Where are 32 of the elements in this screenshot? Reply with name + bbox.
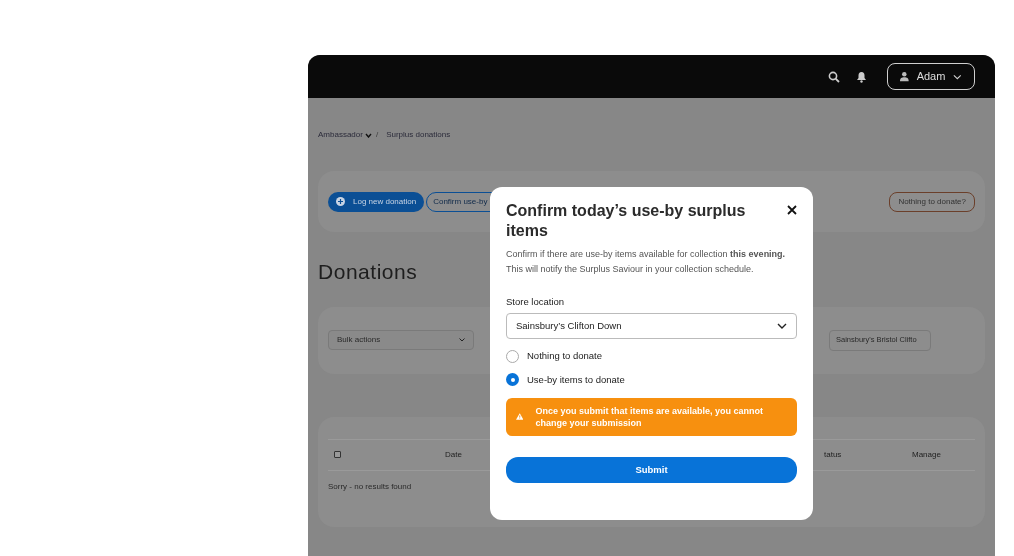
dialog-description: Confirm if there are use-by items available for collection this evening. This will notify the Surplus Saviour in your collection schedule. bbox=[506, 248, 787, 276]
radio-button[interactable] bbox=[506, 349, 519, 363]
bulk-actions-select[interactable]: Bulk actions bbox=[328, 330, 474, 350]
chevron-down-icon bbox=[364, 132, 372, 138]
log-donation-button[interactable]: Log new donation bbox=[328, 191, 425, 212]
radio-label[interactable]: Use-by items to donate bbox=[527, 372, 625, 387]
radio-label[interactable]: Nothing to donate bbox=[527, 349, 602, 364]
chevron-down-icon bbox=[953, 73, 962, 80]
chevron-down-icon bbox=[459, 338, 465, 342]
breadcrumb-link[interactable]: Ambassador bbox=[318, 129, 372, 141]
column-header: Manage bbox=[912, 448, 941, 461]
plus-circle-icon bbox=[336, 197, 345, 206]
store-select[interactable]: Sainsbury’s Clifton Down bbox=[506, 313, 797, 340]
search-icon[interactable] bbox=[828, 70, 840, 83]
chevron-down-icon bbox=[777, 323, 787, 330]
warning-icon bbox=[516, 412, 524, 422]
radio-button[interactable] bbox=[506, 373, 519, 387]
close-icon[interactable] bbox=[787, 205, 797, 215]
field-label: Store location bbox=[506, 295, 566, 309]
warning-text: Once you submit that items are available, you cannot change your submission bbox=[535, 404, 765, 429]
column-header: tatus bbox=[824, 448, 842, 461]
column-header: Date bbox=[445, 448, 462, 461]
bell-icon[interactable] bbox=[856, 70, 867, 83]
user-menu-button[interactable]: Adam bbox=[887, 63, 975, 90]
breadcrumb-separator: / bbox=[375, 129, 379, 141]
user-icon bbox=[900, 71, 909, 82]
submit-button[interactable]: Submit bbox=[506, 456, 797, 483]
page-title: Donations bbox=[318, 259, 418, 285]
select-all-checkbox[interactable] bbox=[334, 451, 341, 458]
breadcrumb-current: Surplus donations bbox=[386, 129, 451, 141]
empty-message: Sorry - no results found bbox=[328, 480, 412, 493]
nothing-to-donate-button[interactable]: Nothing to donate? bbox=[889, 191, 975, 212]
